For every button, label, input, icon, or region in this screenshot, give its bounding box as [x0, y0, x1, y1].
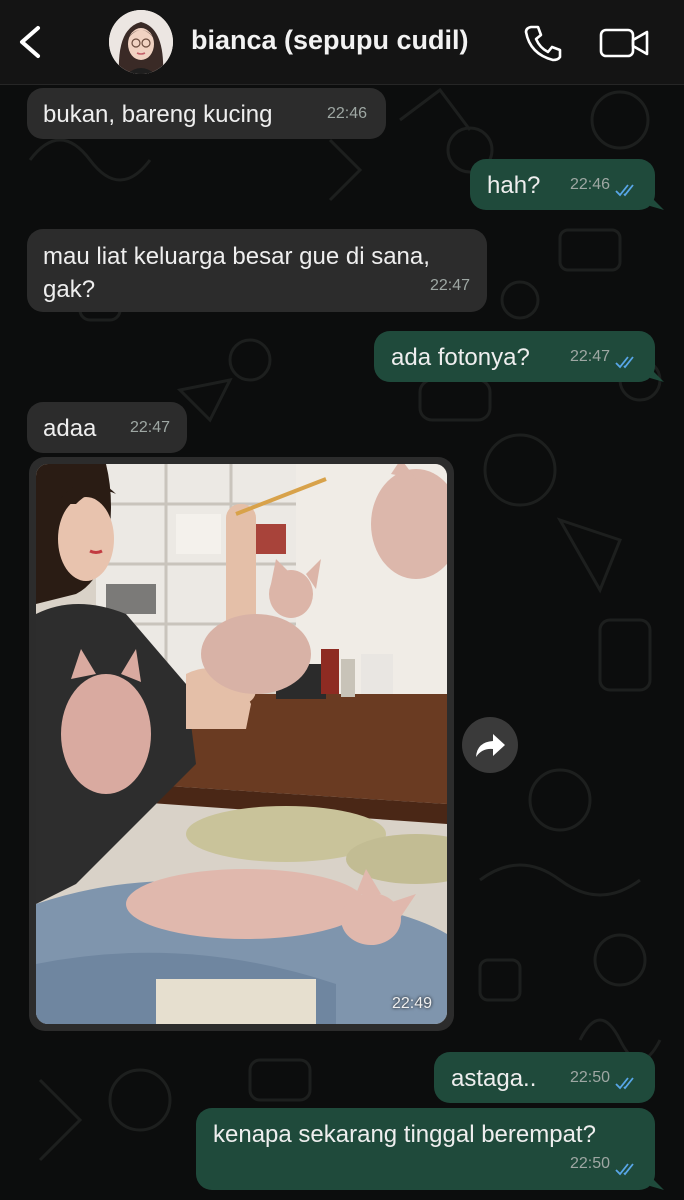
message-bubble-outgoing[interactable]: hah? 22:46 [470, 159, 655, 210]
voice-call-button[interactable] [522, 22, 564, 62]
message-text: hah? [487, 172, 541, 199]
contact-name[interactable]: bianca (sepupu cudil) [191, 25, 469, 56]
message-bubble-incoming[interactable]: mau liat keluarga besar gue di sana, gak… [27, 229, 487, 312]
message-text: mau liat keluarga besar gue di sana, gak… [43, 243, 430, 303]
message-text: astaga.. [451, 1065, 537, 1092]
video-call-button[interactable] [598, 24, 650, 62]
chat-header: bianca (sepupu cudil) [0, 0, 684, 85]
message-time: 22:50 [569, 1155, 610, 1172]
double-check-icon [615, 184, 634, 197]
message-time: 22:47 [429, 277, 470, 294]
avatar-portrait [109, 10, 173, 74]
image-message[interactable]: 22:49 [29, 457, 454, 1031]
message-bubble-outgoing[interactable]: astaga.. 22:50 [434, 1052, 655, 1103]
forward-icon [476, 734, 505, 757]
message-time: 22:46 [569, 176, 610, 193]
message-time: 22:46 [326, 105, 367, 122]
message-bubble-incoming[interactable]: adaa 22:47 [27, 402, 187, 453]
image-time: 22:49 [391, 995, 432, 1012]
message-text: adaa [43, 415, 97, 442]
phone-icon [524, 25, 562, 62]
back-button[interactable] [12, 22, 48, 62]
double-check-icon [615, 356, 634, 369]
message-time: 22:47 [129, 419, 170, 436]
message-bubble-incoming[interactable]: bukan, bareng kucing 22:46 [27, 88, 386, 139]
message-bubble-outgoing[interactable]: ada fotonya? 22:47 [374, 331, 655, 382]
message-text: ada fotonya? [391, 344, 530, 371]
contact-avatar[interactable] [109, 10, 173, 74]
double-check-icon [615, 1077, 634, 1090]
message-bubble-outgoing[interactable]: kenapa sekarang tinggal berempat? 22:50 [196, 1108, 655, 1190]
forward-button[interactable] [462, 717, 518, 773]
message-time: 22:47 [569, 348, 610, 365]
message-text: bukan, bareng kucing [43, 101, 273, 128]
double-check-icon [615, 1163, 634, 1176]
message-time: 22:50 [569, 1069, 610, 1086]
message-text: kenapa sekarang tinggal berempat? [213, 1121, 596, 1148]
photo-content [36, 464, 447, 1024]
back-arrow-icon [20, 26, 40, 58]
video-camera-icon [599, 28, 649, 58]
photo-woman-with-sphynx-cats [36, 464, 447, 1024]
